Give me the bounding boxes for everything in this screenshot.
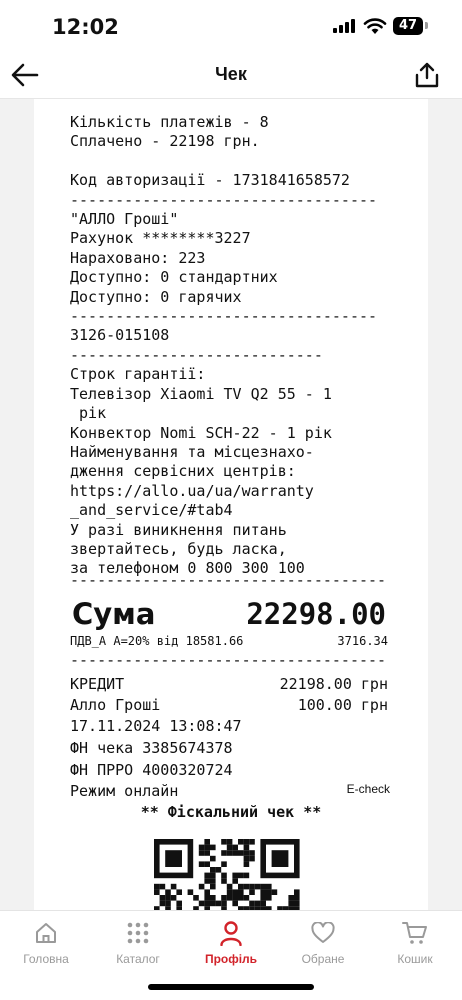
tab-catalog[interactable]: Каталог (92, 919, 184, 966)
cart-icon (402, 922, 427, 944)
tab-label: Обране (301, 952, 345, 966)
receipt-line: Нараховано: 223 (70, 248, 206, 267)
receipt-line: Телевізор Xiaomi TV Q2 55 - 1 (70, 384, 332, 403)
receipt-line: ---------------------------------- (70, 190, 378, 209)
credit-label: КРЕДИТ (70, 675, 125, 693)
receipt-line: Код авторизації - 1731841658572 (70, 171, 350, 190)
receipt-line: Сплачено - 22198 грн. (70, 132, 260, 151)
fiscal-receipt-label: ** Фіскальний чек ** (140, 803, 322, 821)
divider: ----------------------------------- (70, 651, 387, 669)
tab-label: Каталог (116, 952, 160, 966)
tab-label: Профіль (204, 952, 258, 966)
status-time: 12:02 (52, 15, 119, 39)
grid-icon (127, 922, 149, 944)
tab-label: Головна (23, 952, 69, 966)
fiscal-number-prro: ФН ПРРО 4000320724 (70, 761, 233, 779)
receipt-line: рік (70, 404, 107, 423)
total-value: 22298.00 (246, 597, 386, 631)
profile-icon (220, 921, 242, 946)
receipt-line: 3126-015108 (70, 326, 170, 345)
total-label: Сума (72, 597, 156, 631)
share-icon[interactable] (414, 61, 440, 89)
receipt-line: Конвектор Nomi SCH-22 - 1 рік (70, 423, 332, 442)
vat-label: ПДВ_А А=20% від 18581.66 (70, 634, 244, 648)
receipt-line: Строк гарантії: (70, 365, 206, 384)
credit-value: 22198.00 грн (279, 675, 388, 693)
receipt-line: Кількість платежів - 8 (70, 113, 269, 131)
nav-bar: Чек (0, 52, 462, 99)
home-indicator (148, 984, 314, 990)
page-title: Чек (215, 64, 247, 84)
qr-code-icon (154, 839, 300, 910)
cellular-signal-icon (333, 19, 355, 33)
receipt-line: ---------------------------------- (70, 307, 378, 326)
home-icon (36, 923, 56, 943)
receipt-line: _and_service/#tab4 (70, 501, 233, 520)
echeck-label: E-check (346, 782, 390, 796)
tab-home[interactable]: Головна (0, 919, 92, 966)
allo-money-label: Алло Гроші (70, 696, 161, 714)
vat-amount: 3716.34 (337, 634, 388, 648)
battery-icon: 47 (393, 17, 423, 35)
receipt-line: "АЛЛО Гроші" (70, 210, 179, 229)
receipt-line: Найменування та місцезнахо- (70, 442, 314, 461)
receipt-line: Рахунок ********3227 (70, 229, 251, 248)
battery-tip (425, 22, 428, 29)
allo-money-value: 100.00 грн (297, 696, 388, 714)
tab-label: Кошик (397, 952, 433, 966)
receipt-line: дження сервісних центрів: (70, 462, 296, 481)
receipt-line: ---------------------------- (70, 345, 323, 364)
status-bar: 12:02 47 (0, 0, 462, 52)
tab-favorites[interactable]: Обране (277, 919, 369, 966)
receipt: Кількість платежів - 8 Сплачено - 22198 г… (34, 99, 428, 910)
fiscal-number-check: ФН чека 3385674378 (70, 739, 233, 757)
wifi-icon (363, 18, 387, 34)
receipt-line: https://allo.ua/ua/warranty (70, 481, 314, 500)
tab-profile[interactable]: Профіль (185, 919, 277, 966)
receipt-line: звертайтесь, будь ласка, (70, 539, 287, 558)
divider: ----------------------------------- (70, 571, 387, 589)
receipt-line: У разі виникнення питань (70, 520, 287, 539)
receipt-lines: Кількість платежів - 8 Сплачено - 22198 г… (70, 113, 377, 579)
tab-cart[interactable]: Кошик (369, 919, 461, 966)
receipt-line: Доступно: 0 гарячих (70, 287, 242, 306)
receipt-line (70, 152, 377, 171)
heart-icon (311, 922, 335, 943)
receipt-line: Доступно: 0 стандартних (70, 268, 278, 287)
receipt-datetime: 17.11.2024 13:08:47 (70, 717, 242, 735)
mode-online: Режим онлайн (70, 782, 179, 800)
